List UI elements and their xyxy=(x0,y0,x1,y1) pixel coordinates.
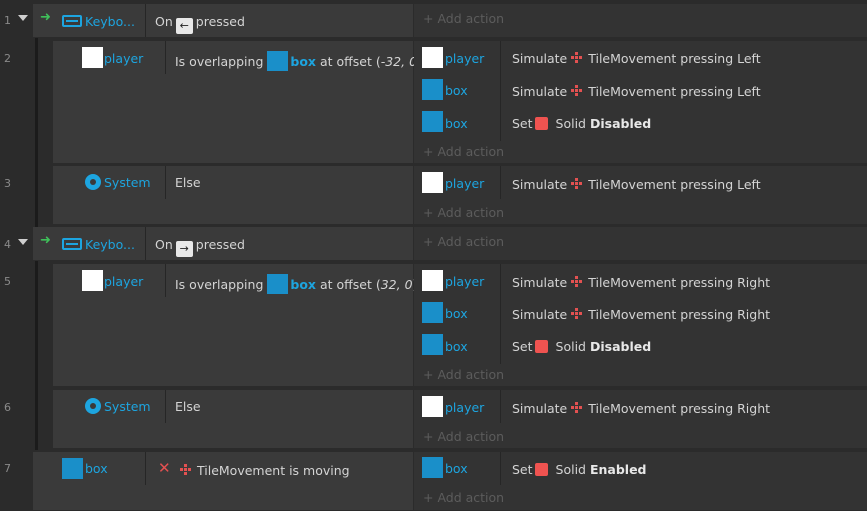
object-name[interactable]: player xyxy=(445,176,484,191)
line-number: 1 xyxy=(4,14,11,27)
condition-text[interactable]: Is overlapping box at offset (32, 0) xyxy=(175,274,417,294)
left-key-icon: ← xyxy=(175,18,193,34)
solid-icon xyxy=(534,463,548,476)
condition-text[interactable]: On → pressed xyxy=(155,237,245,257)
action-text[interactable]: Simulate TileMovement pressing Left xyxy=(512,51,761,66)
object-name[interactable]: box xyxy=(85,461,108,476)
player-sprite-icon xyxy=(82,47,103,68)
line-number: 6 xyxy=(4,401,11,414)
box-sprite-icon xyxy=(422,334,443,355)
action-text[interactable]: Simulate TileMovement pressing Right xyxy=(512,275,770,290)
object-name[interactable]: Keybo... xyxy=(85,14,135,29)
action-text[interactable]: Set Solid Disabled xyxy=(512,116,651,131)
object-name[interactable]: player xyxy=(445,51,484,66)
condition-text[interactable]: TileMovement is moving xyxy=(176,463,350,478)
object-name[interactable]: player xyxy=(445,400,484,415)
add-action-button[interactable]: + Add action xyxy=(423,490,504,505)
tile-movement-icon xyxy=(571,52,583,64)
box-sprite-icon xyxy=(62,458,83,479)
player-sprite-icon xyxy=(422,172,443,193)
line-number: 7 xyxy=(4,462,11,475)
object-name[interactable]: box xyxy=(445,83,468,98)
action-text[interactable]: Simulate TileMovement pressing Left xyxy=(512,177,761,192)
gear-icon xyxy=(85,398,101,414)
object-name[interactable]: System xyxy=(104,175,151,190)
condition-text[interactable]: On ← pressed xyxy=(155,14,245,34)
line-number: 3 xyxy=(4,177,11,190)
box-sprite-icon xyxy=(422,302,443,323)
object-name[interactable]: box xyxy=(445,116,468,131)
action-text[interactable]: Simulate TileMovement pressing Right xyxy=(512,401,770,416)
object-name[interactable]: player xyxy=(445,274,484,289)
player-sprite-icon xyxy=(82,270,103,291)
action-text[interactable]: Set Solid Enabled xyxy=(512,462,647,477)
player-sprite-icon xyxy=(422,270,443,291)
trigger-arrow-icon: ➜ xyxy=(40,233,51,248)
object-name[interactable]: System xyxy=(104,399,151,414)
box-sprite-icon xyxy=(267,274,289,294)
keyboard-icon xyxy=(62,15,82,27)
tile-movement-icon xyxy=(571,276,583,288)
collapse-toggle[interactable] xyxy=(18,15,28,21)
player-sprite-icon xyxy=(422,47,443,68)
object-name[interactable]: player xyxy=(104,274,143,289)
box-sprite-icon xyxy=(422,457,443,478)
condition-text[interactable]: Else xyxy=(175,175,201,190)
solid-icon xyxy=(534,340,548,353)
box-sprite-icon xyxy=(267,51,289,71)
action-text[interactable]: Simulate TileMovement pressing Left xyxy=(512,84,761,99)
object-name[interactable]: box xyxy=(445,306,468,321)
object-name[interactable]: player xyxy=(104,51,143,66)
player-sprite-icon xyxy=(422,396,443,417)
solid-icon xyxy=(534,117,548,130)
tile-movement-icon xyxy=(571,85,583,97)
line-number: 2 xyxy=(4,52,11,65)
nesting-line xyxy=(35,38,38,227)
add-action-button[interactable]: + Add action xyxy=(423,205,504,220)
add-action-button[interactable]: + Add action xyxy=(423,234,504,249)
trigger-arrow-icon: ➜ xyxy=(40,10,51,25)
nesting-line xyxy=(35,261,38,450)
add-action-button[interactable]: + Add action xyxy=(423,144,504,159)
invert-x-icon: ✕ xyxy=(158,459,171,477)
line-number: 4 xyxy=(4,238,11,251)
line-number: 5 xyxy=(4,275,11,288)
right-key-icon: → xyxy=(175,241,193,257)
tile-movement-icon xyxy=(180,464,192,476)
tile-movement-icon xyxy=(571,308,583,320)
collapse-toggle[interactable] xyxy=(18,239,28,245)
tile-movement-icon xyxy=(571,402,583,414)
condition-text[interactable]: Is overlapping box at offset (-32, 0) xyxy=(175,51,422,71)
object-name[interactable]: Keybo... xyxy=(85,237,135,252)
object-name[interactable]: box xyxy=(445,461,468,476)
box-sprite-icon xyxy=(422,111,443,132)
object-name[interactable]: box xyxy=(445,339,468,354)
add-action-button[interactable]: + Add action xyxy=(423,367,504,382)
add-action-button[interactable]: + Add action xyxy=(423,11,504,26)
add-action-button[interactable]: + Add action xyxy=(423,429,504,444)
tile-movement-icon xyxy=(571,178,583,190)
keyboard-icon xyxy=(62,238,82,250)
action-text[interactable]: Simulate TileMovement pressing Right xyxy=(512,307,770,322)
box-sprite-icon xyxy=(422,79,443,100)
condition-text[interactable]: Else xyxy=(175,399,201,414)
gear-icon xyxy=(85,174,101,190)
action-text[interactable]: Set Solid Disabled xyxy=(512,339,651,354)
